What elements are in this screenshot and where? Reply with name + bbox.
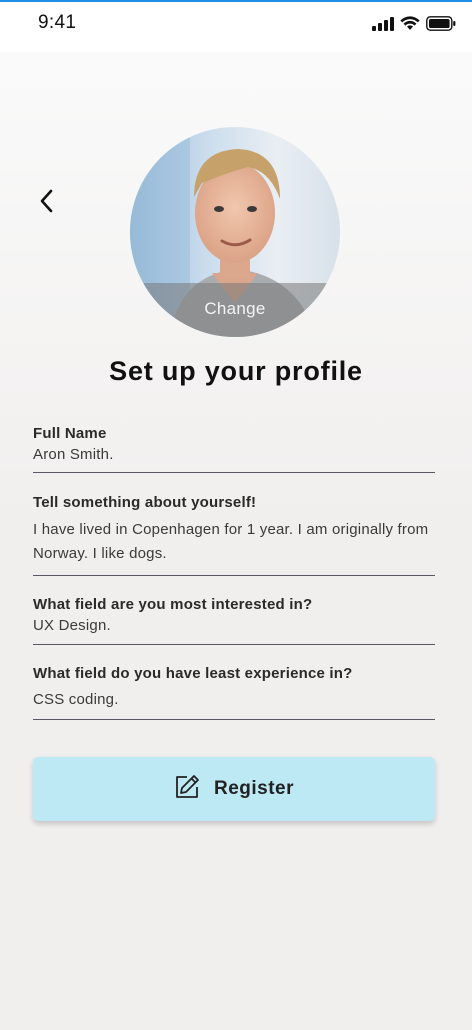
register-button[interactable]: Register (33, 757, 435, 821)
back-button[interactable] (30, 186, 64, 220)
register-label: Register (213, 778, 295, 799)
least-experience-value[interactable]: CSS coding. (33, 688, 435, 712)
status-time: 9:41 (38, 12, 77, 33)
full-name-value[interactable]: Aron Smith. (33, 443, 435, 467)
least-experience-field[interactable]: What field do you have least experience … (33, 665, 435, 720)
profile-setup-screen: 9:41 Change Set up your profile Full Nam… (0, 0, 472, 1030)
signal-icon (372, 16, 394, 31)
status-icons (372, 16, 456, 31)
page-title: Set up your profile (109, 356, 363, 386)
full-name-label: Full Name (33, 425, 107, 442)
profile-avatar[interactable]: Change (130, 127, 340, 337)
change-photo-label[interactable]: Change (130, 283, 340, 337)
chevron-left-icon (37, 187, 57, 220)
about-yourself-value[interactable]: I have lived in Copenhagen for 1 year. I… (33, 518, 435, 566)
least-experience-label: What field do you have least experience … (33, 665, 353, 682)
full-name-field[interactable]: Full Name Aron Smith. (33, 425, 435, 473)
interest-field[interactable]: What field are you most interested in? U… (33, 596, 435, 645)
edit-pencil-icon (174, 774, 200, 805)
battery-icon (426, 16, 456, 31)
wifi-icon (400, 16, 420, 31)
status-bar: 9:41 (0, 2, 472, 52)
about-yourself-label: Tell something about yourself! (33, 494, 257, 511)
about-yourself-field[interactable]: Tell something about yourself! I have li… (33, 494, 435, 576)
interest-label: What field are you most interested in? (33, 596, 313, 613)
interest-value[interactable]: UX Design. (33, 614, 435, 638)
